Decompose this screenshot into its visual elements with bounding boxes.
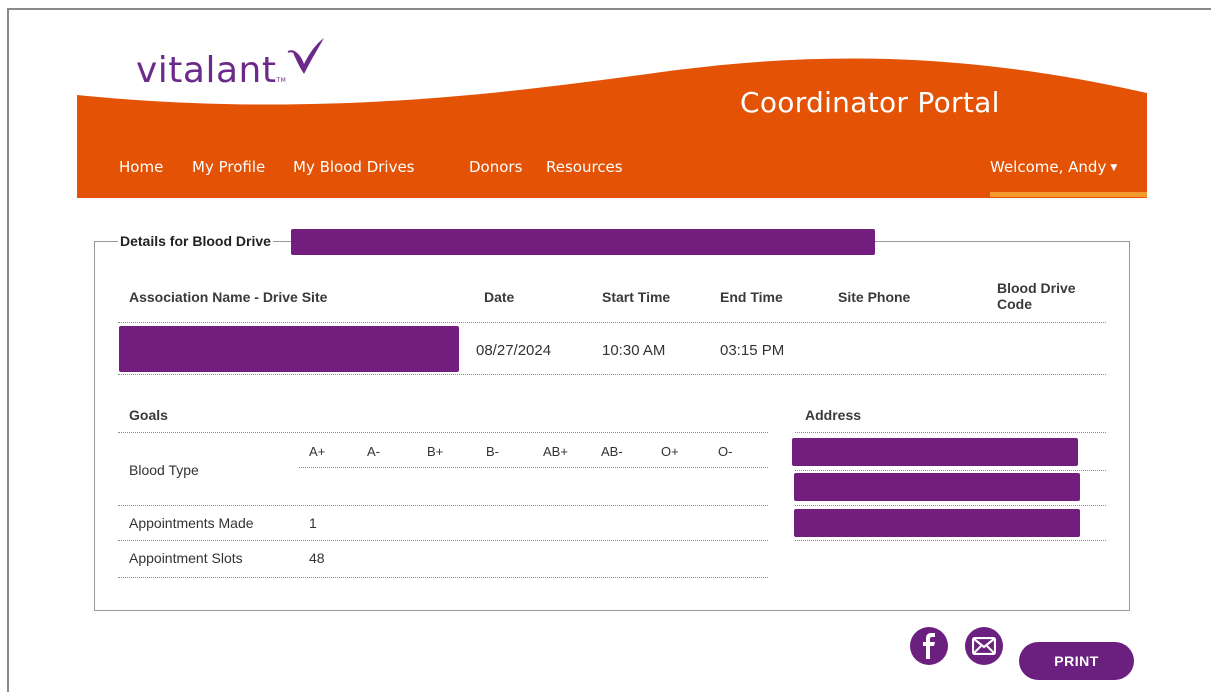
blood-type-ab-neg: AB- bbox=[601, 444, 623, 459]
welcome-menu[interactable]: Welcome, Andy ▼ bbox=[990, 158, 1117, 176]
blood-type-o-neg: O- bbox=[718, 444, 733, 459]
address-divider-2 bbox=[795, 505, 1106, 506]
vitalant-logo[interactable]: vitalantTM bbox=[136, 50, 286, 91]
appointments-made-label: Appointments Made bbox=[129, 515, 254, 531]
appointment-slots-value: 48 bbox=[309, 550, 325, 566]
welcome-active-indicator bbox=[990, 192, 1147, 197]
appointments-made-value: 1 bbox=[309, 515, 317, 531]
main-nav: Home My Profile My Blood Drives Donors R… bbox=[77, 152, 1147, 196]
goals-heading: Goals bbox=[129, 407, 168, 423]
row-divider bbox=[118, 374, 1106, 375]
portal-title: Coordinator Portal bbox=[740, 86, 1000, 119]
blood-type-a-pos: A+ bbox=[309, 444, 326, 459]
cell-start-time: 10:30 AM bbox=[602, 342, 666, 359]
redacted-association-name bbox=[119, 326, 459, 372]
blood-type-label: Blood Type bbox=[129, 462, 199, 478]
blood-type-b-neg: B- bbox=[486, 444, 499, 459]
envelope-icon bbox=[972, 637, 996, 655]
caret-down-icon: ▼ bbox=[1110, 162, 1118, 173]
blood-type-mid-divider bbox=[299, 467, 768, 468]
appointment-slots-label: Appointment Slots bbox=[129, 550, 243, 566]
nav-home[interactable]: Home bbox=[119, 158, 163, 176]
address-divider-1 bbox=[795, 470, 1106, 471]
logo-ribbon-icon bbox=[287, 38, 324, 74]
header-divider bbox=[118, 322, 1106, 323]
col-date: Date bbox=[484, 289, 515, 305]
email-share-button[interactable] bbox=[965, 627, 1003, 665]
cell-date: 08/27/2024 bbox=[476, 342, 552, 359]
nav-my-blood-drives[interactable]: My Blood Drives bbox=[293, 158, 415, 176]
redacted-drive-name bbox=[291, 229, 875, 255]
redacted-address-line-2 bbox=[794, 473, 1080, 501]
facebook-icon bbox=[923, 633, 935, 659]
address-heading: Address bbox=[805, 407, 862, 423]
welcome-label: Welcome, Andy bbox=[990, 158, 1107, 176]
cell-end-time: 03:15 PM bbox=[720, 342, 785, 359]
blood-type-a-neg: A- bbox=[367, 444, 380, 459]
appointments-made-divider bbox=[118, 540, 768, 541]
goals-divider bbox=[118, 432, 768, 433]
nav-donors[interactable]: Donors bbox=[469, 158, 522, 176]
print-button[interactable]: PRINT bbox=[1019, 642, 1134, 680]
col-site-phone: Site Phone bbox=[838, 289, 911, 305]
appointment-slots-divider bbox=[118, 577, 768, 578]
redacted-address-line-3 bbox=[794, 509, 1080, 537]
details-legend: Details for Blood Drive bbox=[118, 233, 273, 249]
blood-type-o-pos: O+ bbox=[661, 444, 679, 459]
blood-type-b-pos: B+ bbox=[427, 444, 444, 459]
nav-resources[interactable]: Resources bbox=[546, 158, 623, 176]
nav-my-profile[interactable]: My Profile bbox=[192, 158, 265, 176]
blood-type-divider bbox=[118, 505, 768, 506]
blood-type-ab-pos: AB+ bbox=[543, 444, 568, 459]
logo-text: vitalant bbox=[136, 50, 277, 91]
col-start-time: Start Time bbox=[602, 289, 671, 305]
redacted-address-line-1 bbox=[792, 438, 1078, 466]
facebook-share-button[interactable] bbox=[910, 627, 948, 665]
address-divider-top bbox=[795, 432, 1106, 433]
col-end-time: End Time bbox=[720, 289, 783, 305]
address-divider-3 bbox=[795, 540, 1106, 541]
col-blood-drive-code: Blood Drive Code bbox=[997, 280, 1076, 312]
col-association: Association Name - Drive Site bbox=[129, 289, 328, 305]
